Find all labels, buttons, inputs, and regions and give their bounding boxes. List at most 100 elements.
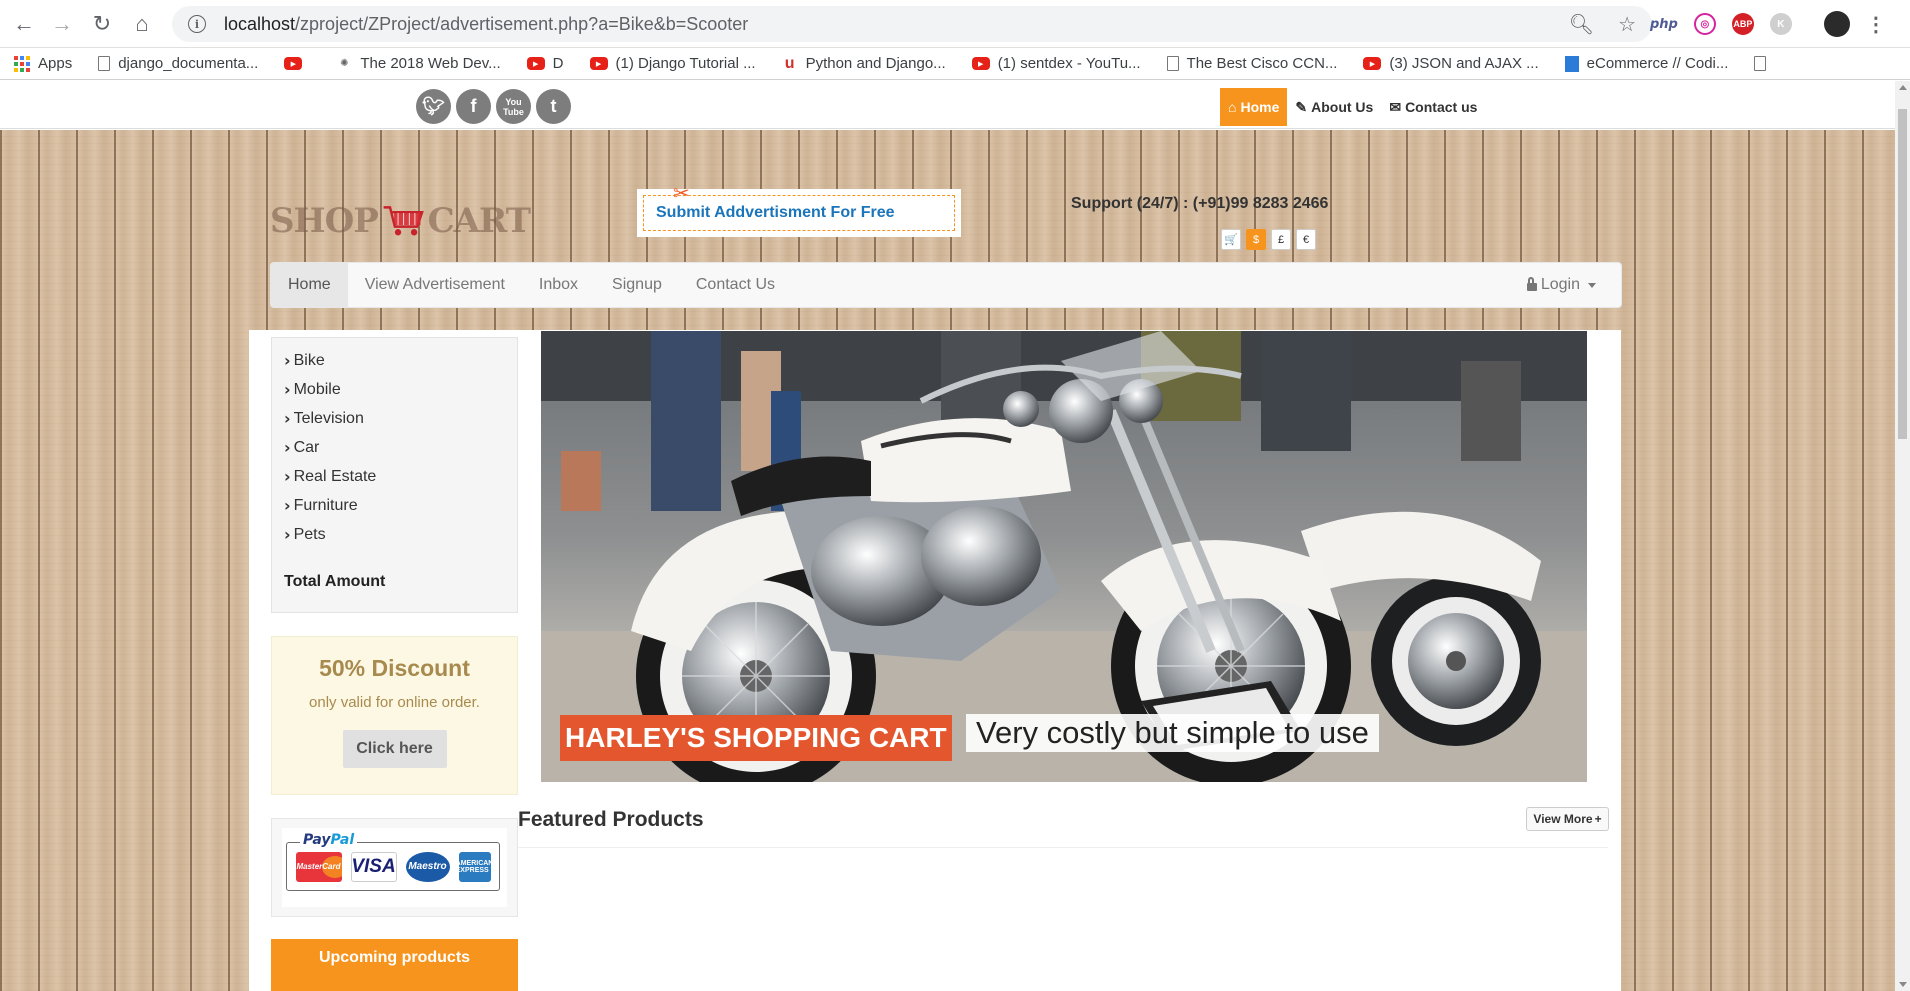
bookmark-d[interactable]: ▶ D (526, 55, 564, 72)
kebab-menu-icon[interactable]: ⋮ (1866, 13, 1886, 36)
topnav-contact[interactable]: ✉ Contact us (1381, 88, 1485, 126)
category-item[interactable]: › Television (284, 404, 517, 433)
chevron-right-icon: › (284, 438, 291, 457)
bookmark-cisco[interactable]: The Best Cisco CCN... (1166, 55, 1338, 72)
profile-avatar[interactable] (1823, 11, 1850, 37)
category-label: Car (293, 438, 320, 456)
upcoming-products-button[interactable]: Upcoming products (271, 939, 518, 991)
edit-icon: ✎ (1295, 98, 1308, 115)
currency-gbp[interactable]: £ (1271, 229, 1291, 250)
view-more-button[interactable]: View More + (1526, 807, 1609, 831)
category-item[interactable]: › Car (284, 433, 517, 462)
nav-view-advertisement[interactable]: View Advertisement (348, 263, 522, 307)
webdev-icon: ✺ (340, 58, 349, 69)
bookmark-django-tutorial[interactable]: ▶ (1) Django Tutorial ... (589, 55, 756, 72)
plus-icon: + (1594, 812, 1602, 826)
bookmark-label: The 2018 Web Dev... (360, 55, 501, 72)
bookmark-untitled[interactable] (1754, 56, 1774, 71)
scrollbar-thumb[interactable] (1898, 109, 1907, 439)
payment-logos: MasterCard VISA Maestro AMERICAN EXPRESS… (282, 828, 507, 907)
topnav-label: Home (1240, 99, 1280, 115)
payment-methods: MasterCard VISA Maestro AMERICAN EXPRESS… (271, 818, 518, 917)
browser-toolbar: ← → ↻ ⌂ i localhost/zproject/ZProject/ad… (0, 0, 1910, 48)
submit-ad-banner[interactable]: ✂ Submit Addvertisment For Free (637, 183, 961, 237)
nav-home[interactable]: Home (271, 263, 348, 307)
category-label: Bike (293, 351, 325, 369)
back-arrow-icon[interactable]: ← (8, 8, 40, 40)
click-here-button[interactable]: Click here (342, 730, 447, 768)
category-label: Pets (293, 525, 326, 543)
social-links: 🐦︎ f You Tube t (416, 89, 571, 124)
chevron-right-icon: › (284, 409, 291, 428)
bookmark-label: (3) JSON and AJAX ... (1389, 55, 1539, 72)
chevron-right-icon: › (284, 351, 291, 370)
topnav-home[interactable]: ⌂ Home (1220, 88, 1288, 126)
category-item[interactable]: › Bike (284, 346, 517, 375)
k-extension-icon[interactable]: K (1769, 13, 1792, 35)
category-item[interactable]: › Real Estate (284, 462, 517, 491)
bookmark-label: eCommerce // Codi... (1586, 55, 1729, 72)
bookmark-webdev[interactable]: ✺ The 2018 Web Dev... (336, 55, 501, 72)
zoom-icon[interactable]: 🔍︎ (1569, 12, 1594, 37)
submit-ad-link[interactable]: Submit Addvertisment For Free (656, 204, 895, 222)
youtube-icon: ▶ (1363, 57, 1382, 70)
tumblr-icon[interactable]: t (536, 89, 571, 124)
visa-logo: VISA (350, 851, 397, 882)
url-path: /zproject/ZProject/advertisement.php?a=B… (295, 13, 749, 34)
php-extension-icon[interactable]: php (1650, 13, 1678, 35)
category-list: › Bike › Mobile › Television › Car › Real Est… (271, 337, 518, 613)
shopping-cart-icon (383, 206, 424, 236)
youtube-icon: ▶ (284, 57, 303, 70)
envelope-icon: ✉ (1389, 98, 1402, 115)
category-item[interactable]: › Furniture (284, 491, 517, 520)
category-item[interactable]: › Pets (284, 520, 517, 549)
currency-usd[interactable]: $ (1246, 229, 1266, 250)
bookmark-python-django[interactable]: u Python and Django... (782, 55, 946, 73)
currency-eur[interactable]: € (1296, 229, 1316, 250)
bookmark-django-docs[interactable]: django_documenta... (98, 55, 258, 72)
featured-products-title: Featured Products (518, 808, 704, 831)
topnav-label: Contact us (1405, 99, 1478, 115)
login-dropdown[interactable]: Login (1510, 263, 1613, 307)
youtube-icon[interactable]: You Tube (496, 89, 531, 124)
nav-inbox[interactable]: Inbox (522, 263, 595, 307)
discount-subtitle: only valid for online order. (309, 694, 480, 711)
site-logo[interactable]: SHOP CART (270, 196, 531, 246)
facebook-icon[interactable]: f (456, 89, 491, 124)
instagram-extension-icon[interactable]: ◎ (1693, 13, 1716, 35)
discount-title: 50% Discount (319, 655, 470, 681)
topnav-about[interactable]: ✎ About Us (1287, 88, 1381, 126)
bookmark-ecommerce[interactable]: eCommerce // Codi... (1564, 55, 1729, 72)
bookmark-label: (1) sentdex - YouTu... (997, 55, 1141, 72)
caret-down-icon (1588, 282, 1596, 288)
bookmark-youtube[interactable]: ▶ (284, 57, 310, 70)
scissors-icon: ✂ (673, 183, 690, 205)
mastercard-logo: MasterCard (295, 851, 342, 882)
logo-text-right: CART (427, 201, 531, 241)
nav-signup[interactable]: Signup (595, 263, 679, 307)
hero-slider[interactable]: HARLEY'S SHOPPING CART Very costly but s… (541, 331, 1587, 782)
url-text[interactable]: localhost/zproject/ZProject/advertisemen… (224, 14, 748, 35)
bookmark-label: Apps (38, 55, 73, 72)
info-icon[interactable]: i (188, 15, 206, 33)
adblock-extension-icon[interactable]: ABP (1731, 13, 1754, 35)
forward-arrow-icon[interactable]: → (46, 8, 78, 40)
scrollbar[interactable] (1895, 81, 1910, 991)
nav-contact-us[interactable]: Contact Us (679, 263, 792, 307)
home-icon[interactable]: ⌂ (126, 8, 158, 40)
bookmark-label: Python and Django... (805, 55, 946, 72)
cart-icon[interactable]: 🛒 (1221, 229, 1241, 250)
category-item[interactable]: › Mobile (284, 375, 517, 404)
maestro-logo: Maestro (405, 851, 450, 882)
bookmark-star-icon[interactable]: ☆ (1618, 12, 1636, 37)
twitter-icon[interactable]: 🐦︎ (416, 89, 451, 124)
reload-icon[interactable]: ↻ (86, 8, 118, 40)
address-bar[interactable]: i localhost/zproject/ZProject/advertisem… (172, 6, 1652, 42)
bookmark-json-ajax[interactable]: ▶ (3) JSON and AJAX ... (1363, 55, 1539, 72)
bookmark-apps[interactable]: Apps (14, 55, 72, 72)
home-icon: ⌂ (1228, 99, 1237, 115)
view-more-label: View More (1533, 812, 1593, 826)
bookmark-label: The Best Cisco CCN... (1186, 55, 1338, 72)
youtube-icon: ▶ (971, 57, 990, 70)
bookmark-sentdex[interactable]: ▶ (1) sentdex - YouTu... (971, 55, 1141, 72)
